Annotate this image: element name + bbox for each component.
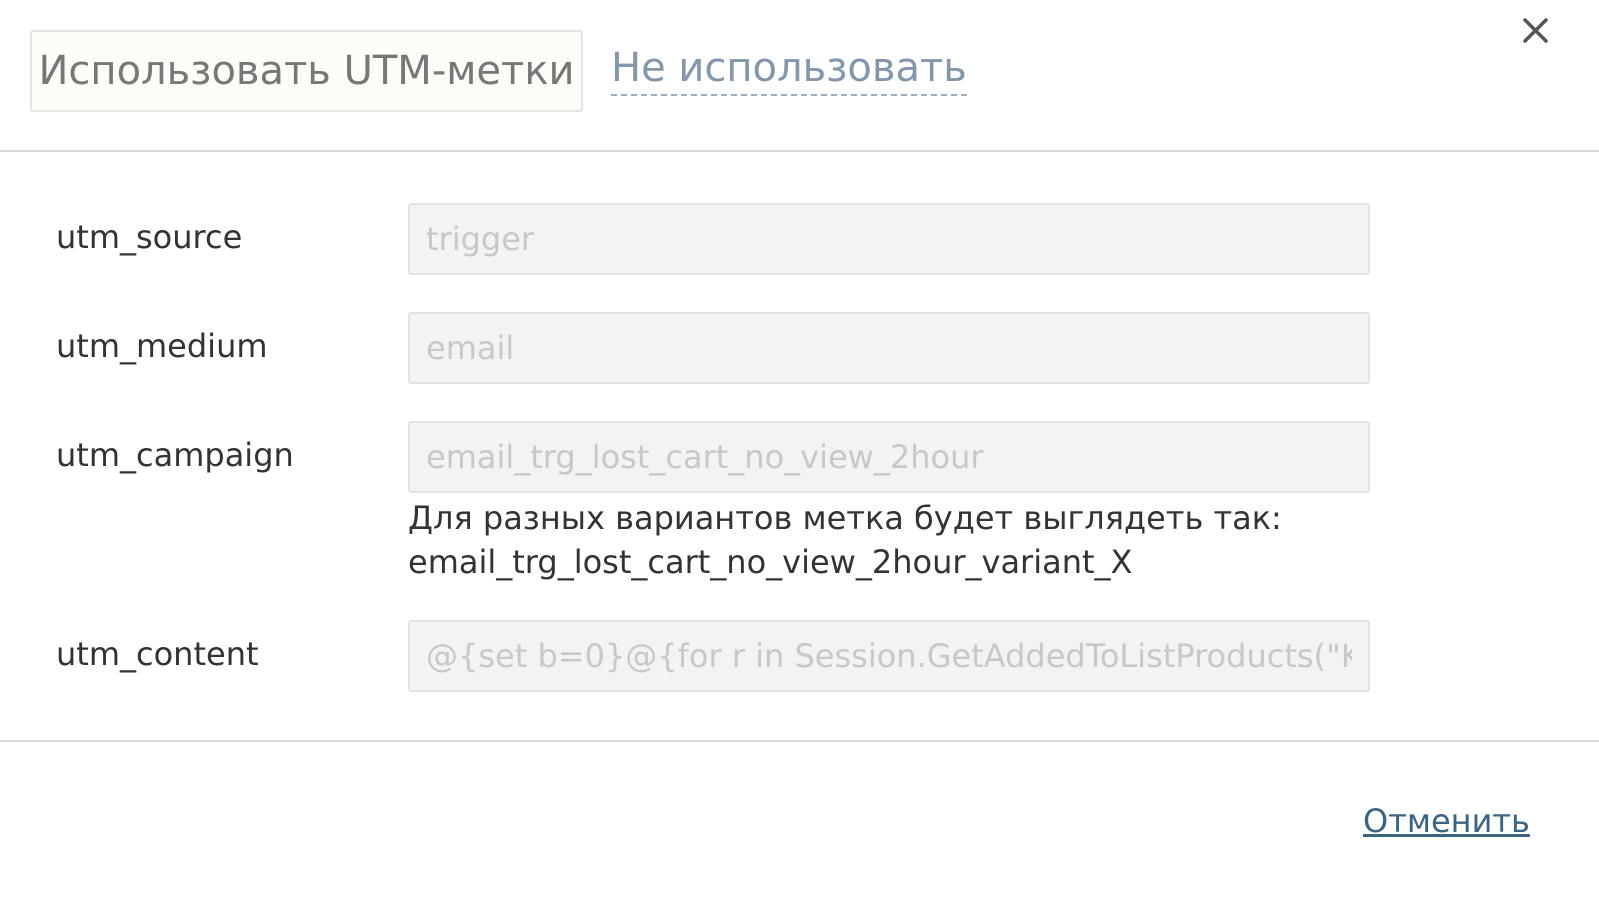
close-button[interactable] (1514, 10, 1556, 52)
utm-content-input[interactable] (408, 620, 1370, 692)
utm-medium-label: utm_medium (56, 327, 268, 365)
utm-source-label: utm_source (56, 218, 243, 256)
utm-medium-input[interactable] (408, 312, 1370, 384)
utm-source-row: utm_source (0, 203, 1599, 275)
utm-source-input[interactable] (408, 203, 1370, 275)
utm-content-label: utm_content (56, 635, 259, 673)
utm-settings-dialog: Использовать UTM-метки Не использовать u… (0, 0, 1599, 913)
footer-divider (0, 740, 1599, 742)
use-utm-button[interactable]: Использовать UTM-метки (30, 30, 583, 112)
utm-medium-row: utm_medium (0, 312, 1599, 384)
cancel-link[interactable]: Отменить (1363, 800, 1530, 842)
hint-example: email_trg_lost_cart_no_view_2hour_varian… (408, 543, 1133, 581)
close-icon (1523, 18, 1548, 43)
utm-content-row: utm_content (0, 620, 1599, 692)
hint-description: Для разных вариантов метка будет выгляде… (408, 499, 1282, 537)
dialog-header: Использовать UTM-метки Не использовать (0, 0, 1599, 152)
utm-campaign-input[interactable] (408, 421, 1370, 493)
utm-campaign-label: utm_campaign (56, 436, 294, 474)
utm-campaign-row: utm_campaign (0, 421, 1599, 493)
dont-use-utm-link[interactable]: Не использовать (611, 42, 967, 96)
campaign-variant-hint: Для разных вариантов метка будет выгляде… (408, 496, 1282, 584)
